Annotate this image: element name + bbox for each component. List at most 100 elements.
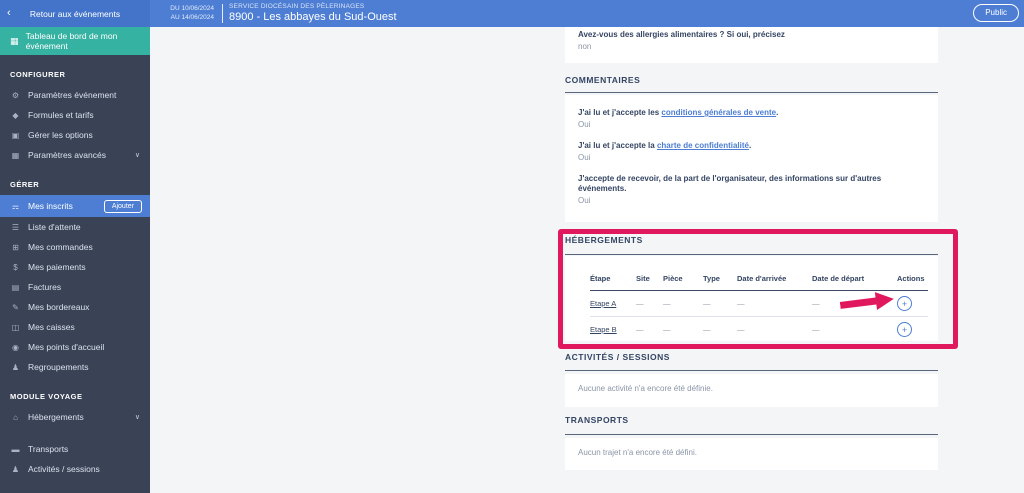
- col-date-depart: Date de départ: [812, 270, 897, 291]
- sidebar-item-parametres-evenement[interactable]: ⚙ Paramètres événement: [0, 85, 150, 105]
- sidebar-item-label: Mes commandes: [28, 242, 93, 252]
- sidebar-item-label: Mes bordereaux: [28, 302, 90, 312]
- sidebar-item-label: Transports: [28, 444, 69, 454]
- sidebar-item-dashboard[interactable]: ▦ Tableau de bord de mon événement: [0, 27, 150, 55]
- group-icon: ♟: [11, 464, 20, 474]
- comment-suffix: .: [776, 108, 779, 117]
- users-icon: ⚎: [11, 201, 20, 211]
- sidebar-section-module-voyage: MODULE VOYAGE: [10, 392, 83, 401]
- cell-site: —: [636, 290, 663, 317]
- public-button[interactable]: Public: [973, 4, 1019, 22]
- cart-icon: ⊞: [12, 242, 19, 252]
- section-divider: [565, 254, 938, 255]
- chevron-left-icon: ‹: [7, 7, 11, 19]
- back-label: Retour aux événements: [29, 8, 121, 19]
- sidebar-item-label: Formules et tarifs: [28, 110, 94, 120]
- sidebar-item-label: Factures: [28, 282, 62, 292]
- sidebar-item-hebergements[interactable]: ⌂ Hébergements ∨: [0, 407, 150, 427]
- sidebar-item-transports[interactable]: ▬ Transports: [0, 439, 150, 459]
- sidebar-item-label: Paramètres événement: [28, 90, 117, 100]
- tag-icon: ◆: [12, 110, 19, 120]
- sidebar-item-label: Mes inscrits: [28, 201, 73, 211]
- etape-a-link[interactable]: Etape A: [590, 299, 616, 308]
- col-date-arrivee: Date d'arrivée: [737, 270, 812, 291]
- sidebar-item-label: Liste d'attente: [28, 222, 81, 232]
- hebergements-card: Étape Site Pièce Type Date d'arrivée Dat…: [565, 256, 938, 341]
- add-hebergement-etape-b-button[interactable]: +: [897, 322, 912, 337]
- cgv-link[interactable]: conditions générales de vente: [661, 108, 776, 117]
- add-inscrit-button[interactable]: Ajouter: [103, 199, 142, 213]
- activities-empty-message: Aucune activité n'a encore été définie.: [578, 384, 713, 393]
- activities-section-title: ACTIVITÉS / SESSIONS: [565, 352, 670, 362]
- hebergements-section-title: HÉBERGEMENTS: [565, 235, 643, 245]
- privacy-link[interactable]: charte de confidentialité: [657, 141, 749, 150]
- sidebar-section-gerer: GÉRER: [10, 180, 40, 189]
- comments-card: J'ai lu et j'accepte les conditions géné…: [565, 95, 938, 222]
- comment-suffix: .: [748, 141, 752, 150]
- allergy-answer: non: [578, 42, 592, 51]
- col-type: Type: [703, 270, 737, 291]
- col-site: Site: [636, 270, 663, 291]
- etape-b-link[interactable]: Etape B: [590, 325, 617, 334]
- cell-type: —: [703, 316, 737, 341]
- cell-piece: —: [663, 316, 703, 341]
- chevron-down-icon: ∨: [134, 152, 140, 159]
- sidebar-item-label: Mes caisses: [28, 322, 75, 332]
- sidebar: ▦ Tableau de bord de mon événement CONFI…: [0, 27, 150, 493]
- back-to-events-button[interactable]: ‹ Retour aux événements: [0, 0, 150, 27]
- comments-section-title: COMMENTAIRES: [565, 75, 641, 85]
- event-dates: DU 10/06/2024 AU 14/06/2024: [150, 0, 214, 27]
- sidebar-item-regroupements[interactable]: ♟ Regroupements: [0, 357, 150, 377]
- cell-arrivee: —: [737, 316, 812, 341]
- main-content: Avez-vous des allergies alimentaires ? S…: [150, 27, 1024, 493]
- sidebar-item-label: Regroupements: [28, 362, 89, 372]
- sidebar-item-points-accueil[interactable]: ◉ Mes points d'accueil: [0, 337, 150, 357]
- date-to: AU 14/06/2024: [170, 13, 214, 21]
- allergy-card: Avez-vous des allergies alimentaires ? S…: [565, 27, 938, 63]
- organization-name: SERVICE DIOCÉSAIN DES PÈLERINAGES: [229, 3, 365, 10]
- cell-arrivee: —: [737, 290, 812, 317]
- sidebar-item-label: Mes paiements: [28, 262, 86, 272]
- cell-depart: —: [812, 290, 897, 317]
- sidebar-item-label: Gérer les options: [28, 130, 93, 140]
- bus-icon: ▬: [11, 444, 20, 454]
- cell-depart: —: [812, 316, 897, 341]
- comment-item: J'accepte de recevoir, de la part de l'o…: [578, 174, 925, 206]
- sidebar-item-mes-caisses[interactable]: ◫ Mes caisses: [0, 317, 150, 337]
- app-window: ‹ Retour aux événements DU 10/06/2024 AU…: [0, 0, 1024, 493]
- cash-icon: ◫: [11, 322, 20, 332]
- note-icon: ✎: [12, 302, 19, 312]
- sidebar-item-mes-bordereaux[interactable]: ✎ Mes bordereaux: [0, 297, 150, 317]
- section-divider: [565, 370, 938, 371]
- comment-answer: Oui: [578, 120, 591, 129]
- list-icon: ☰: [11, 222, 20, 232]
- transports-empty-message: Aucun trajet n'a encore été défini.: [578, 448, 697, 457]
- grid-icon: ▦: [11, 150, 20, 160]
- cell-type: —: [703, 290, 737, 317]
- file-icon: ▤: [11, 282, 20, 292]
- chevron-down-icon: ∨: [134, 414, 140, 421]
- table-header-row: Étape Site Pièce Type Date d'arrivée Dat…: [590, 270, 928, 291]
- sidebar-item-label: Activités / sessions: [28, 464, 100, 474]
- sidebar-item-activites-sessions[interactable]: ♟ Activités / sessions: [0, 459, 150, 479]
- sidebar-item-mes-inscrits[interactable]: ⚎ Mes inscrits Ajouter: [0, 195, 150, 217]
- dollar-icon: $: [13, 262, 18, 272]
- allergy-question: Avez-vous des allergies alimentaires ? S…: [578, 30, 785, 39]
- add-hebergement-etape-a-button[interactable]: +: [897, 296, 912, 311]
- activities-card: Aucune activité n'a encore été définie.: [565, 374, 938, 407]
- sidebar-item-mes-paiements[interactable]: $ Mes paiements: [0, 257, 150, 277]
- sidebar-item-parametres-avances[interactable]: ▦ Paramètres avancés ∨: [0, 145, 150, 165]
- gear-icon: ⚙: [11, 90, 20, 100]
- sidebar-item-factures[interactable]: ▤ Factures: [0, 277, 150, 297]
- hebergements-table: Étape Site Pièce Type Date d'arrivée Dat…: [590, 270, 928, 341]
- sidebar-item-label: Paramètres avancés: [28, 150, 106, 160]
- sidebar-item-mes-commandes[interactable]: ⊞ Mes commandes: [0, 237, 150, 257]
- comment-item: J'ai lu et j'accepte les conditions géné…: [578, 108, 925, 130]
- sidebar-item-label: Hébergements: [28, 412, 84, 422]
- sidebar-item-formules-tarifs[interactable]: ◆ Formules et tarifs: [0, 105, 150, 125]
- section-divider: [565, 434, 938, 435]
- topbar-divider: [222, 4, 223, 23]
- sidebar-item-gerer-options[interactable]: ▣ Gérer les options: [0, 125, 150, 145]
- sidebar-item-liste-attente[interactable]: ☰ Liste d'attente: [0, 217, 150, 237]
